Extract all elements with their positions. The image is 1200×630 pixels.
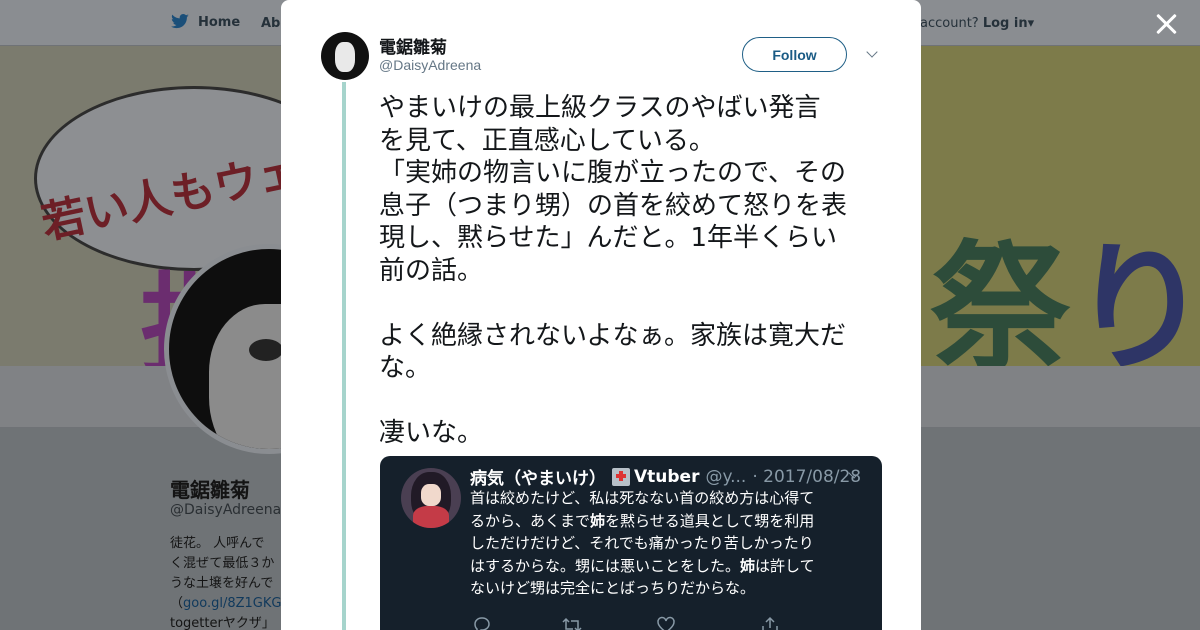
bio-link-prefix: （ bbox=[170, 596, 184, 611]
tweet-text: やまいけの最上級クラスのやばい発言 を見て、正直感心している。 「実姉の物言いに… bbox=[379, 93, 848, 448]
hospital-icon bbox=[612, 467, 630, 486]
login-link[interactable]: Log in bbox=[983, 16, 1028, 31]
bio-line: うな土壌を好んで bbox=[170, 576, 274, 591]
bio-line: （goo.gl/8Z1GKG bbox=[170, 594, 285, 614]
quoted-line-part: は許して bbox=[755, 556, 815, 575]
author-handle[interactable]: @DaisyAdreena bbox=[379, 57, 481, 73]
nav-home-link[interactable]: Home bbox=[170, 14, 240, 30]
like-icon[interactable] bbox=[656, 616, 676, 630]
reply-icon[interactable] bbox=[472, 616, 492, 630]
profile-bio: 徒花。 人呼んで く混ぜて最低３か うな土壌を好んで （goo.gl/8Z1GK… bbox=[170, 534, 285, 630]
quoted-author-handle[interactable]: @y... bbox=[705, 467, 746, 487]
bio-line: く混ぜて最低３か bbox=[170, 556, 275, 571]
close-icon[interactable] bbox=[1152, 10, 1180, 38]
quoted-tweet-header: 病気（やまいけ） Vtuber @y... · 2017/08/28 bbox=[470, 464, 870, 490]
quoted-tweet-actions bbox=[470, 612, 810, 630]
share-icon[interactable] bbox=[760, 616, 780, 630]
quoted-line: しただけだけど、それでも痛かったり苦しかったり bbox=[470, 534, 814, 553]
quoted-tweet-date[interactable]: · 2017/08/28 bbox=[752, 467, 861, 487]
quoted-tweet[interactable]: 病気（やまいけ） Vtuber @y... · 2017/08/28 首は絞めた… bbox=[380, 456, 882, 630]
profile-name: 電鋸雛菊 bbox=[170, 478, 250, 502]
account-prompt: account? bbox=[920, 16, 979, 31]
chevron-down-icon: ▾ bbox=[1027, 16, 1035, 31]
quoted-caret-down-icon[interactable] bbox=[848, 469, 862, 483]
quoted-line-part: はするからな。甥には悪いことをした。 bbox=[470, 556, 741, 575]
avatar-eye bbox=[249, 339, 283, 361]
quoted-line-part: るから、あくまで bbox=[470, 511, 591, 530]
follow-button[interactable]: Follow bbox=[742, 37, 847, 72]
tweet-modal: 電鋸雛菊 @DaisyAdreena Follow やまいけの最上級クラスのやば… bbox=[281, 0, 921, 630]
quoted-line-bold: 姉 bbox=[590, 511, 606, 530]
bio-link[interactable]: goo.gl/8Z1GKG bbox=[183, 596, 281, 611]
bio-line: togetterヤクザ」と bbox=[170, 616, 275, 630]
quoted-author-name[interactable]: 病気（やまいけ） bbox=[470, 464, 606, 489]
nav-home-label: Home bbox=[198, 14, 241, 30]
quoted-line-bold: 姉 bbox=[740, 556, 756, 575]
quoted-avatar-body bbox=[413, 506, 449, 528]
quoted-line: ないけど甥は完全にとばっちりだからな。 bbox=[470, 579, 756, 598]
quoted-avatar-face bbox=[421, 484, 441, 506]
profile-handle[interactable]: @DaisyAdreena bbox=[170, 502, 281, 518]
quoted-author-badge: Vtuber bbox=[634, 466, 700, 487]
bio-line: 徒花。 人呼んで bbox=[170, 536, 265, 551]
thread-line bbox=[342, 82, 346, 630]
author-name[interactable]: 電鋸雛菊 bbox=[379, 33, 447, 58]
banner-right-text-b: り bbox=[1070, 228, 1200, 366]
quoted-line: はするからな。甥には悪いことをした。姉は許して bbox=[470, 555, 870, 578]
caret-down-icon[interactable] bbox=[865, 47, 881, 63]
quoted-line: 首は絞めたけど、私は死なない首の絞め方は心得て bbox=[470, 489, 815, 507]
quoted-line-part: を黙らせる道具として甥を利用 bbox=[605, 511, 815, 530]
nav-login[interactable]: account? Log in▾ bbox=[920, 16, 1034, 31]
retweet-icon[interactable] bbox=[562, 616, 582, 630]
author-avatar[interactable] bbox=[321, 32, 369, 80]
quoted-line: るから、あくまで姉を黙らせる道具として甥を利用 bbox=[470, 510, 870, 533]
author-avatar-face bbox=[335, 42, 355, 72]
quoted-author-avatar[interactable] bbox=[401, 468, 461, 528]
banner-right-text: 祭り bbox=[930, 196, 1200, 366]
banner-right-text-a: 祭 bbox=[930, 228, 1071, 366]
quoted-tweet-text: 首は絞めたけど、私は死なない首の絞め方は心得て るから、あくまで姉を黙らせる道具と… bbox=[470, 487, 870, 600]
twitter-bird-icon bbox=[171, 14, 189, 29]
